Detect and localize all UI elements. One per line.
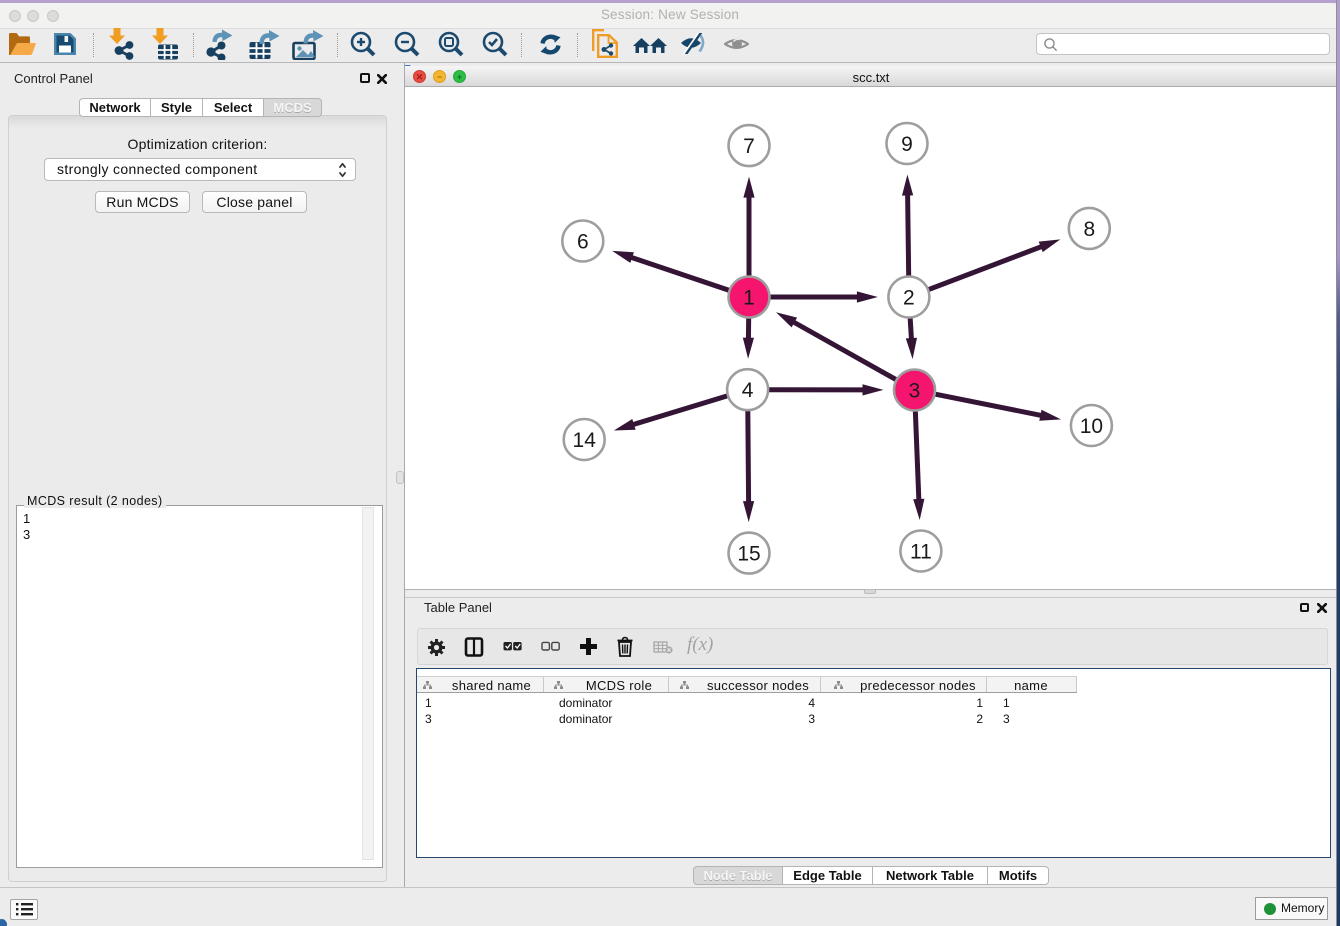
svg-text:14: 14 (573, 429, 597, 452)
svg-text:10: 10 (1080, 415, 1103, 438)
svg-text:8: 8 (1083, 218, 1095, 241)
svg-text:6: 6 (577, 231, 589, 254)
svg-text:4: 4 (742, 379, 754, 402)
svg-text:2: 2 (903, 287, 915, 310)
svg-text:11: 11 (910, 541, 932, 564)
svg-text:9: 9 (901, 133, 913, 156)
svg-text:15: 15 (737, 543, 760, 566)
svg-text:3: 3 (909, 380, 921, 403)
svg-text:7: 7 (743, 135, 755, 158)
svg-text:1: 1 (743, 287, 755, 310)
